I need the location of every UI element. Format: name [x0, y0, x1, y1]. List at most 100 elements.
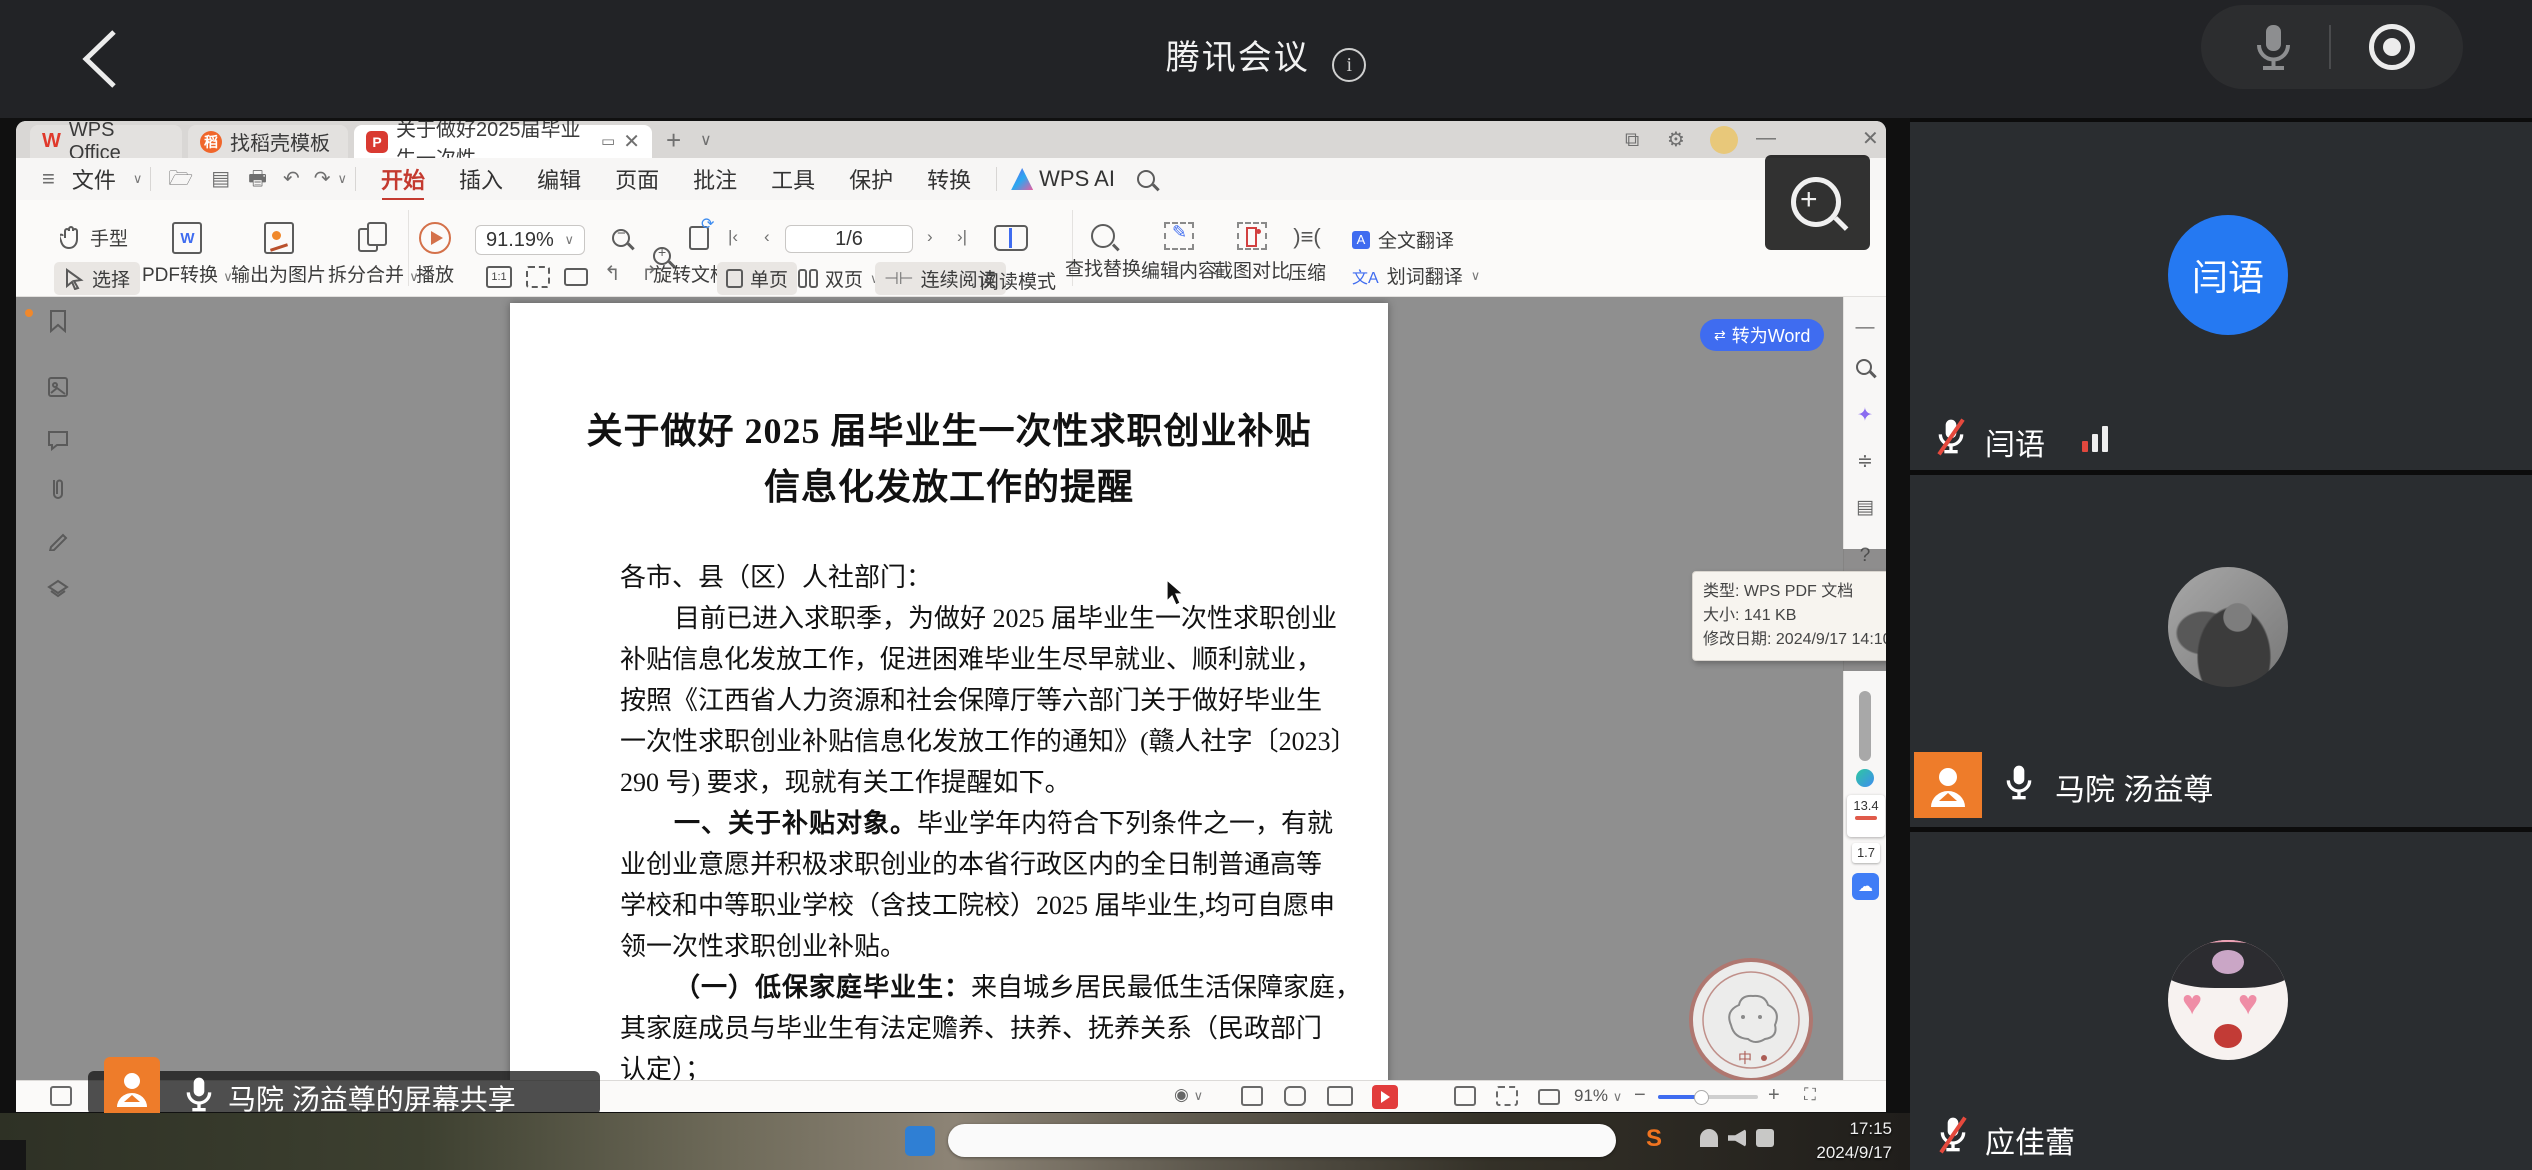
widget-dot-icon[interactable]: [1856, 769, 1874, 787]
menu-item[interactable]: 批注: [676, 163, 754, 195]
menu-item[interactable]: 转换: [910, 163, 988, 195]
last-page-icon[interactable]: ›|: [957, 228, 967, 245]
split-merge-button[interactable]: 拆分合并 ∨: [328, 222, 419, 287]
menu-wps-ai[interactable]: WPS AI: [1039, 166, 1115, 192]
collapse-icon[interactable]: —: [1852, 315, 1878, 341]
menu-item[interactable]: 开始: [364, 163, 442, 195]
hamburger-icon[interactable]: ≡: [42, 168, 55, 190]
rail-search-icon[interactable]: [1856, 359, 1872, 375]
mic-icon[interactable]: [2253, 23, 2293, 73]
menu-item[interactable]: 保护: [832, 163, 910, 195]
double-page-button[interactable]: 双页∨: [798, 265, 880, 292]
layout-single-icon[interactable]: [1284, 1086, 1306, 1106]
zoom-slider-handle[interactable]: [1694, 1090, 1709, 1105]
sidebar-toggle-icon[interactable]: [50, 1086, 72, 1106]
tab-docer[interactable]: 稻 找稻壳模板: [188, 125, 348, 158]
window-settings-icon[interactable]: ⚙: [1667, 130, 1685, 150]
page-indicator-input[interactable]: 1/6: [785, 225, 913, 253]
first-page-icon[interactable]: |‹: [728, 228, 738, 245]
pen-icon[interactable]: [40, 527, 76, 563]
layout-fit-icon[interactable]: [1241, 1086, 1263, 1106]
view-eye-icon[interactable]: ◉ ∨: [1174, 1085, 1203, 1105]
layers-icon[interactable]: [40, 577, 76, 613]
rotate-left-icon[interactable]: ↰: [604, 264, 621, 284]
select-tool[interactable]: 选择: [54, 262, 140, 295]
zoom-level-select[interactable]: 91.19%∨: [475, 225, 585, 255]
prev-page-icon[interactable]: ‹: [764, 228, 770, 245]
fit-page-icon[interactable]: [526, 266, 550, 288]
comment-icon[interactable]: [40, 427, 76, 463]
window-close-icon[interactable]: ✕: [1862, 129, 1879, 149]
fullscreen-icon[interactable]: ⛶: [1804, 1085, 1816, 1105]
export-image-button[interactable]: 输出为图片: [231, 222, 326, 287]
edit-content-button[interactable]: ✎ 编辑内容: [1141, 222, 1217, 283]
menu-item[interactable]: 插入: [442, 163, 520, 195]
desktop-search-bar[interactable]: [948, 1124, 1616, 1157]
menu-item[interactable]: 工具: [754, 163, 832, 195]
actual-size-icon[interactable]: 1:1: [486, 266, 512, 288]
taskbar-app-icon[interactable]: [905, 1126, 935, 1156]
print-icon[interactable]: 🖶: [248, 169, 267, 189]
save-icon[interactable]: ▤: [211, 169, 230, 189]
search-icon[interactable]: [1137, 170, 1155, 188]
open-folder-icon[interactable]: 🗁: [168, 169, 193, 189]
zoom-slider-minus[interactable]: −: [1634, 1084, 1646, 1107]
find-replace-button[interactable]: 查找替换: [1065, 224, 1141, 281]
document-viewport[interactable]: 关于做好 2025 届毕业生一次性求职创业补贴 信息化发放工作的提醒 各市、县（…: [16, 297, 1886, 1080]
zoom-slider-track[interactable]: [1658, 1095, 1758, 1099]
slideshow-play-button[interactable]: [1372, 1085, 1398, 1109]
participant-tile[interactable]: 马院 汤益尊: [1910, 475, 2532, 827]
convert-to-word-button[interactable]: ⇄ 转为Word: [1700, 319, 1824, 351]
account-avatar[interactable]: [1710, 126, 1738, 154]
compress-button[interactable]: )≡( 压缩: [1288, 222, 1326, 285]
tab-preview-icon[interactable]: ▭: [601, 134, 615, 149]
hand-tool[interactable]: 手型: [60, 224, 128, 251]
adjust-icon[interactable]: ≑: [1852, 449, 1878, 475]
window-minimize-icon[interactable]: —: [1756, 128, 1776, 148]
chevron-down-icon[interactable]: ∨: [338, 171, 348, 187]
menu-file[interactable]: 文件: [55, 163, 133, 195]
meeting-zoom-overlay[interactable]: [1765, 155, 1870, 250]
next-page-icon[interactable]: ›: [927, 228, 933, 245]
bookmark-icon[interactable]: [40, 309, 76, 345]
screenshot-compare-button[interactable]: 截图对比: [1214, 222, 1290, 283]
wifi-icon[interactable]: [1700, 1129, 1718, 1147]
scrollbar-thumb[interactable]: [1859, 691, 1871, 761]
undo-icon[interactable]: ↶: [283, 169, 300, 189]
page-fit-icon[interactable]: [1454, 1086, 1476, 1106]
play-button[interactable]: 播放: [416, 222, 454, 287]
attachment-icon[interactable]: [40, 477, 76, 513]
thumbnail-icon[interactable]: [40, 374, 76, 410]
zoom-out-icon[interactable]: −: [612, 229, 630, 247]
tab-wps-home[interactable]: W WPS Office: [30, 125, 182, 158]
speaker-icon[interactable]: [1728, 1129, 1746, 1147]
tab-close-icon[interactable]: ✕: [623, 132, 640, 152]
read-mode-button[interactable]: 阅读模式: [980, 267, 1056, 294]
menu-item[interactable]: 页面: [598, 163, 676, 195]
sparkle-icon[interactable]: ✦: [1852, 403, 1878, 429]
widget-card[interactable]: 13.4: [1847, 795, 1885, 837]
word-translate-button[interactable]: 文A 划词翻译∨: [1352, 262, 1480, 289]
window-pages-icon[interactable]: ⧉: [1625, 130, 1639, 150]
record-icon[interactable]: [2369, 24, 2415, 70]
status-zoom-value[interactable]: 91% ∨: [1574, 1086, 1622, 1106]
pdf-convert-button[interactable]: W PDF转换 ∨: [142, 222, 233, 287]
participant-tile[interactable]: ♥ ♥ 应佳蕾: [1910, 832, 2532, 1170]
tab-document-active[interactable]: P 关于做好2025届毕业生一次性 ▭ ✕: [354, 125, 652, 158]
single-page-button[interactable]: 单页: [717, 262, 797, 295]
full-width-icon[interactable]: [1496, 1086, 1518, 1106]
tray-app-icon[interactable]: S: [1646, 1125, 1662, 1153]
new-tab-icon[interactable]: +: [666, 127, 681, 153]
fit-height-icon[interactable]: [1538, 1089, 1560, 1105]
zoom-slider-plus[interactable]: +: [1768, 1084, 1780, 1107]
card-icon[interactable]: ▤: [1852, 495, 1878, 521]
info-icon[interactable]: i: [1332, 48, 1366, 82]
layout-double-icon[interactable]: [1327, 1086, 1353, 1106]
participant-tile[interactable]: 闫语 闫语: [1910, 122, 2532, 470]
widget-app-icon[interactable]: ☁: [1852, 873, 1879, 900]
full-translate-button[interactable]: A 全文翻译: [1352, 226, 1454, 253]
menu-item[interactable]: 编辑: [520, 163, 598, 195]
fit-width-icon[interactable]: [564, 268, 588, 286]
redo-icon[interactable]: ↷: [314, 169, 331, 189]
tab-list-icon[interactable]: ∨: [700, 133, 712, 149]
